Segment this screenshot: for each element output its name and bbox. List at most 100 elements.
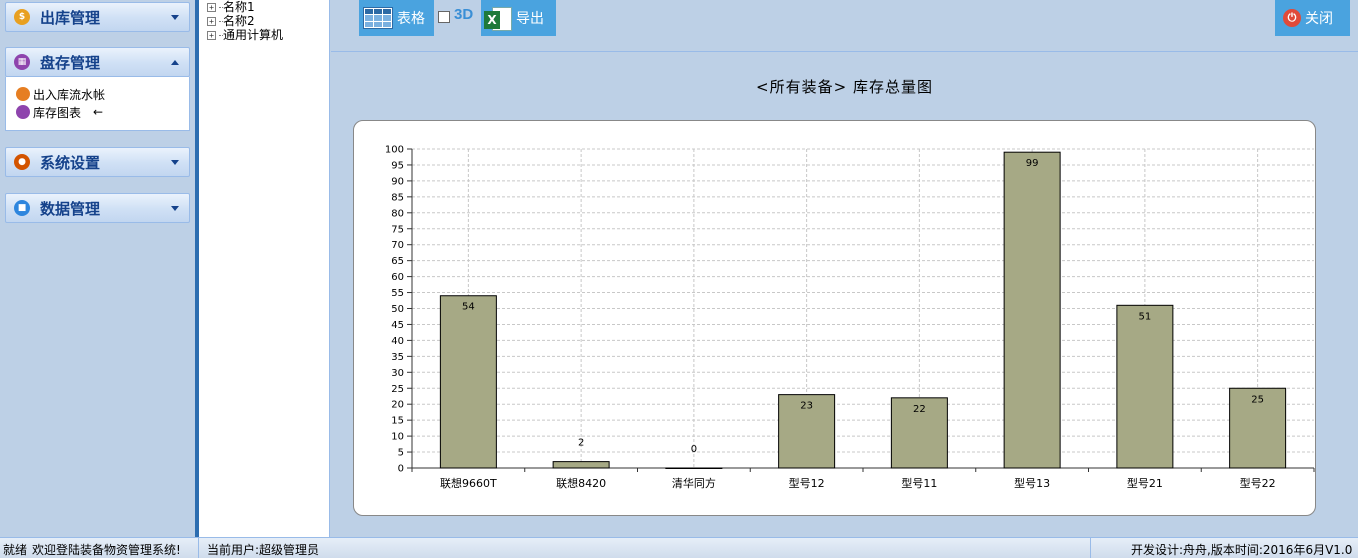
y-tick-label: 5: [398, 448, 404, 459]
x-category-label: 型号13: [1014, 476, 1050, 490]
bar-value-label: 23: [800, 401, 813, 412]
chevron-down-icon: [171, 14, 179, 20]
power-icon: ⏻: [1283, 9, 1301, 27]
status-welcome: 欢迎登陆装备物资管理系统!: [32, 543, 181, 557]
y-tick-label: 80: [391, 208, 404, 219]
y-tick-label: 45: [391, 320, 404, 331]
accordion-settings: ● 系统设置: [5, 147, 190, 177]
bar-value-label: 0: [691, 444, 697, 455]
3d-checkbox[interactable]: [438, 11, 450, 23]
chevron-up-icon: [171, 59, 179, 65]
tree-node[interactable]: + 通用计算机: [207, 28, 329, 42]
expand-icon[interactable]: +: [207, 30, 216, 40]
accordion-header-data[interactable]: ■ 数据管理: [5, 193, 190, 223]
bar: [439, 295, 497, 469]
nav-item-label: 出入库流水帐: [33, 87, 106, 102]
accordion-inventory: ▦ 盘存管理 出入库流水帐 库存图表 ←: [5, 47, 190, 131]
chart-container: 0 5 10 15 20 25 30 35 40 45 50 55 60 65 70 75 80 85 90 95 10…: [353, 120, 1316, 516]
accordion-data: ■ 数据管理: [5, 193, 190, 223]
y-tick-label: 75: [391, 224, 404, 235]
arrow-left-icon: ←: [93, 105, 104, 119]
excel-icon: X: [484, 5, 512, 31]
3d-label: 3D: [454, 6, 474, 23]
accordion-header-outbound[interactable]: $ 出库管理: [5, 2, 190, 32]
y-tick-label: 25: [391, 384, 404, 395]
tree-node[interactable]: + 名称1: [207, 0, 329, 14]
bar-value-label: 22: [913, 404, 926, 415]
bar-value-label: 51: [1139, 311, 1152, 322]
expand-icon[interactable]: +: [207, 2, 216, 12]
accordion-header-settings[interactable]: ● 系统设置: [5, 147, 190, 177]
y-tick-label: 65: [391, 256, 404, 267]
y-tick-label: 20: [391, 400, 404, 411]
y-tick-label: 95: [391, 160, 404, 171]
y-tick-label: 60: [391, 272, 404, 283]
y-tick-label: 85: [391, 192, 404, 203]
bar-value-label: 54: [462, 302, 475, 313]
x-category-label: 清华同方: [672, 476, 716, 490]
chevron-down-icon: [171, 205, 179, 211]
ledger-icon: [16, 87, 30, 101]
bar: [665, 467, 723, 469]
expand-icon[interactable]: +: [207, 16, 216, 26]
accordion-outbound: $ 出库管理: [5, 2, 190, 32]
close-button[interactable]: ⏻ 关闭: [1275, 0, 1350, 36]
x-category-label: 型号21: [1127, 476, 1163, 490]
left-nav-panel: $ 出库管理 ▦ 盘存管理 出入库流水帐 库存图表 ← ● 系统设置 ■ 数据管…: [0, 0, 195, 537]
y-tick-label: 90: [391, 176, 404, 187]
y-tick-label: 30: [391, 368, 404, 379]
x-category-label: 联想9660T: [440, 476, 497, 490]
status-state: 就绪: [3, 543, 28, 557]
bar: [1116, 304, 1174, 469]
table-button-label: 表格: [397, 11, 425, 27]
x-category-label: 联想8420: [556, 476, 606, 490]
x-category-label: 型号12: [789, 476, 825, 490]
table-button[interactable]: 表格: [359, 0, 434, 36]
tree-node-label: 名称1: [223, 0, 255, 14]
bar-value-label: 2: [578, 438, 584, 449]
main-panel: 表格 3D X 导出 ⏻ 关闭 <所有装备> 库存总量图 0 5 10 15 20 25 3…: [331, 0, 1358, 537]
table-icon: [363, 7, 393, 29]
bar-chart: 0510152025303540455055606570758085909510…: [385, 145, 1315, 490]
status-dev: 开发设计:舟舟,版本时间:2016年6月V1.0: [1131, 543, 1353, 557]
tree-node-label: 通用计算机: [223, 28, 284, 42]
export-button-label: 导出: [516, 11, 544, 27]
nav-item-ledger[interactable]: 出入库流水帐: [16, 85, 189, 103]
tree-node-label: 名称2: [223, 14, 255, 28]
accordion-title: 系统设置: [40, 154, 101, 172]
y-tick-label: 100: [385, 145, 404, 156]
accordion-title: 数据管理: [40, 200, 101, 218]
database-icon: ■: [14, 200, 30, 216]
bar: [1003, 151, 1061, 469]
accordion-title: 出库管理: [40, 9, 101, 27]
equipment-tree: + 名称1 + 名称2 + 通用计算机: [199, 0, 330, 537]
inventory-icon: ▦: [14, 54, 30, 70]
toolbar: 表格 3D X 导出 ⏻ 关闭: [331, 0, 1358, 52]
chart-title: <所有装备> 库存总量图: [756, 78, 933, 96]
y-tick-label: 35: [391, 352, 404, 363]
tree-node[interactable]: + 名称2: [207, 14, 329, 28]
close-button-label: 关闭: [1305, 11, 1333, 27]
nav-item-label: 库存图表: [33, 105, 82, 120]
bar-value-label: 25: [1251, 394, 1264, 405]
accordion-header-inventory[interactable]: ▦ 盘存管理: [5, 47, 190, 77]
chart-icon: [16, 105, 30, 119]
accordion-body-inventory: 出入库流水帐 库存图表 ←: [5, 77, 190, 131]
bar: [552, 461, 610, 469]
y-tick-label: 0: [398, 464, 404, 475]
status-bar: 就绪 欢迎登陆装备物资管理系统! 当前用户:超级管理员 开发设计:舟舟,版本时间…: [0, 537, 1358, 558]
users-icon: ●: [14, 154, 30, 170]
y-tick-label: 40: [391, 336, 404, 347]
y-tick-label: 70: [391, 240, 404, 251]
nav-item-stock-chart[interactable]: 库存图表 ←: [16, 103, 189, 121]
status-user: 当前用户:超级管理员: [207, 543, 320, 557]
accordion-title: 盘存管理: [40, 54, 101, 72]
y-tick-label: 50: [391, 304, 404, 315]
y-tick-label: 10: [391, 432, 404, 443]
export-button[interactable]: X 导出: [481, 0, 556, 36]
x-category-label: 型号11: [901, 476, 937, 490]
x-category-label: 型号22: [1240, 476, 1276, 490]
chevron-down-icon: [171, 159, 179, 165]
bar-value-label: 99: [1026, 158, 1039, 169]
coin-icon: $: [14, 9, 30, 25]
